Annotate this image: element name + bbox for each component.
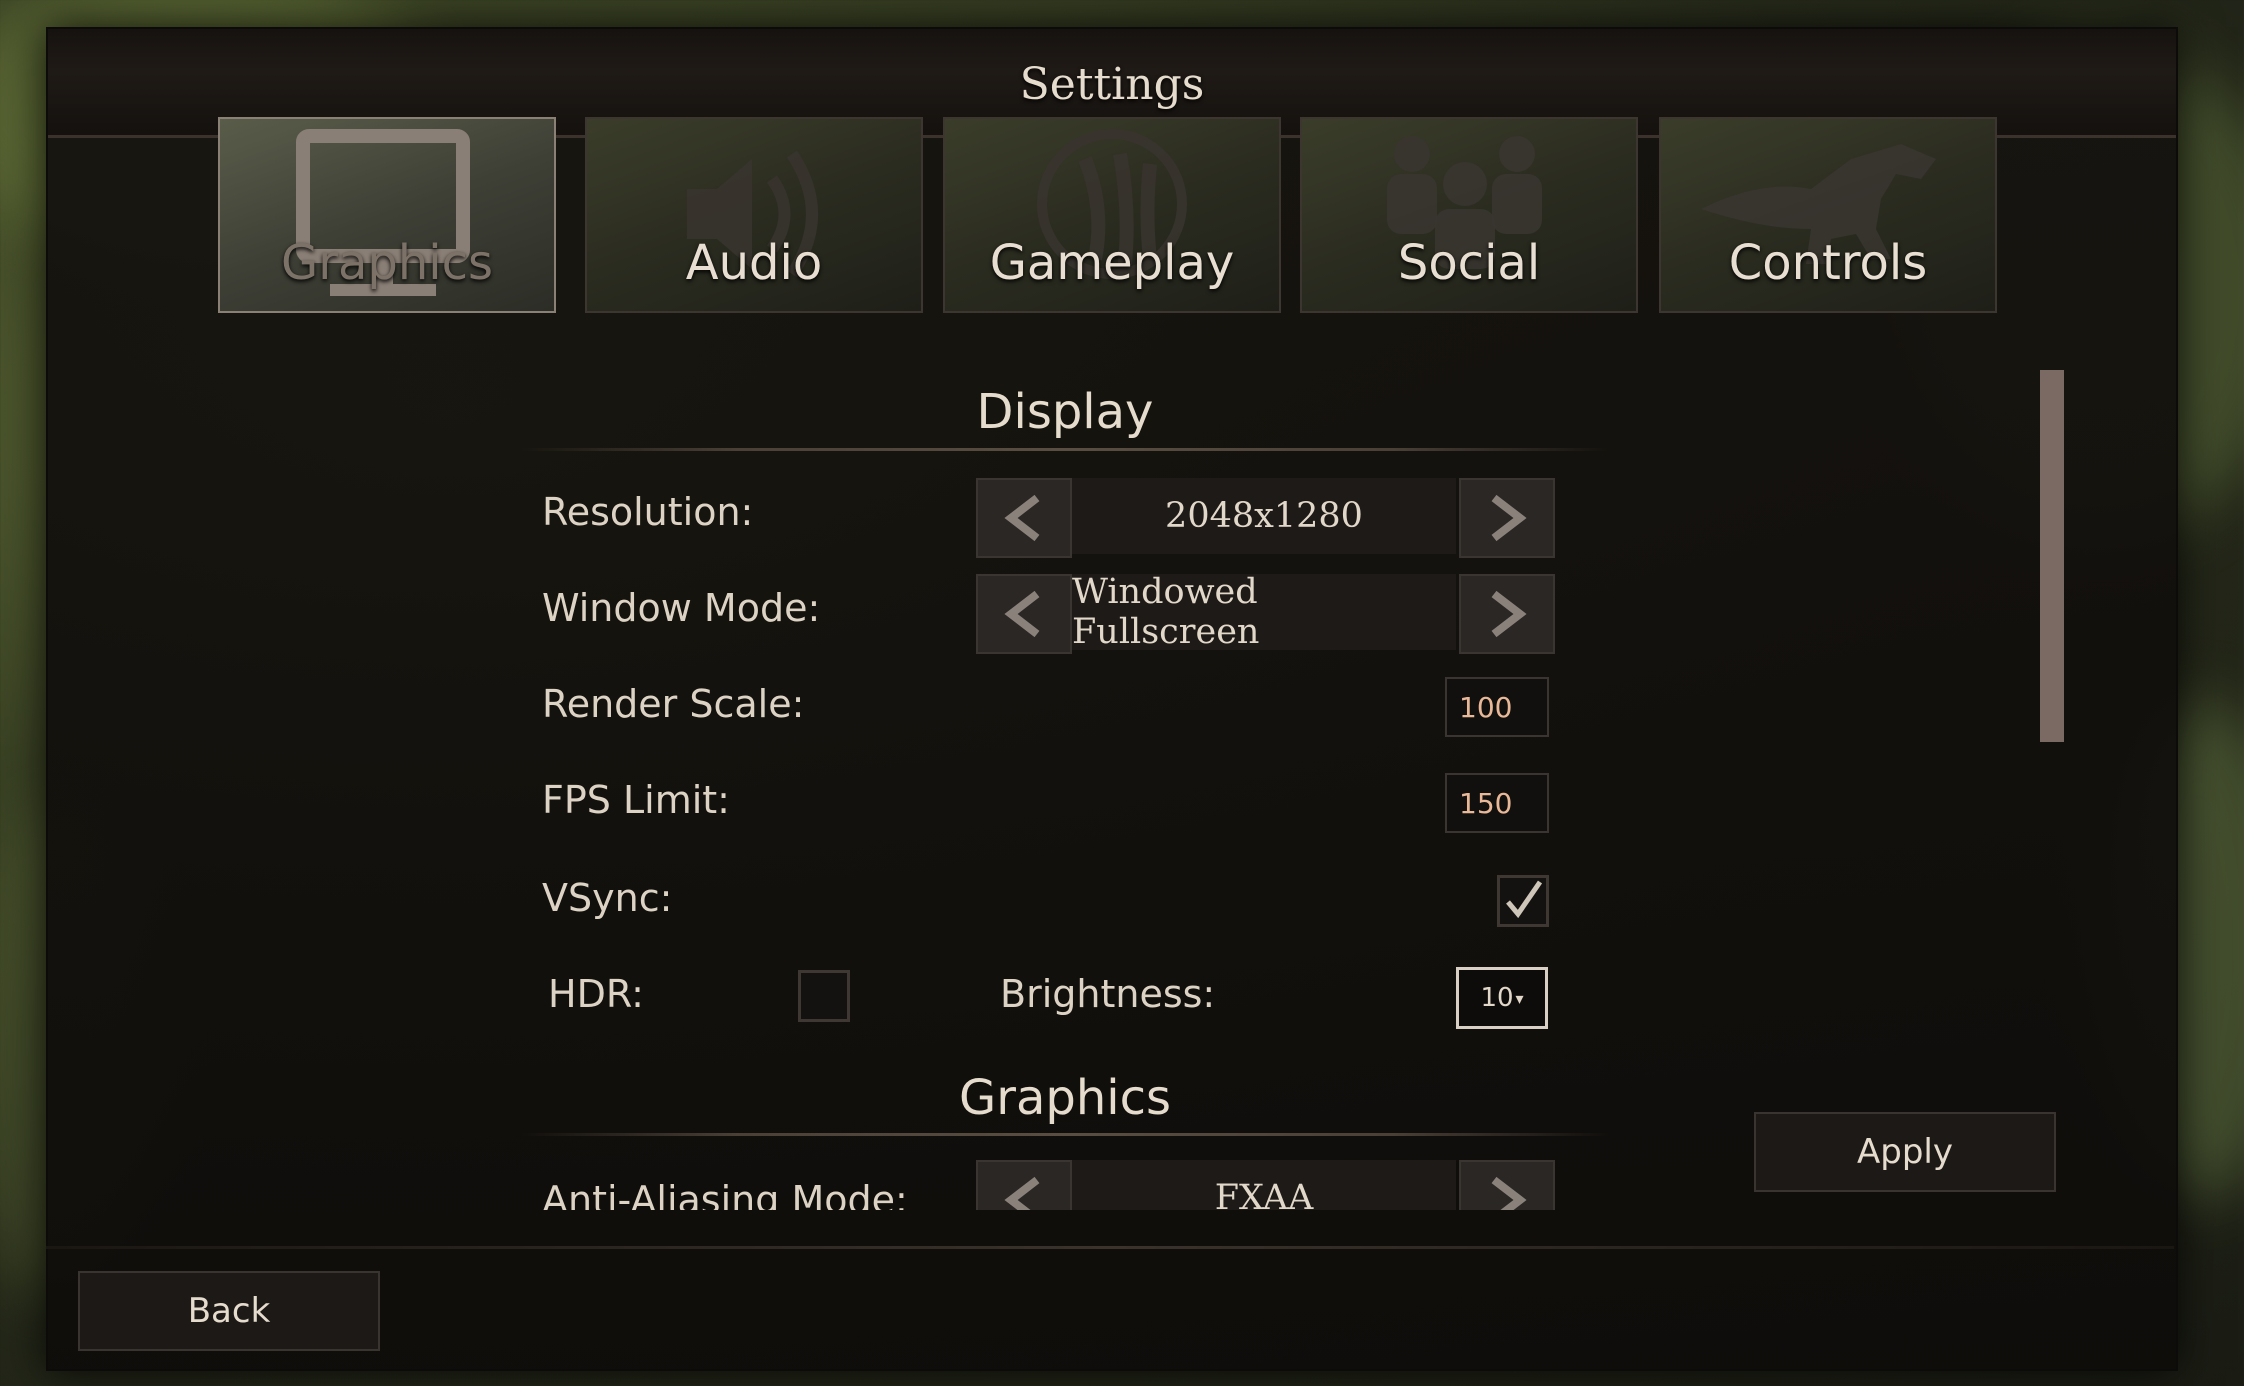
page-title: Settings — [1019, 59, 1205, 110]
tab-audio[interactable]: Audio — [585, 117, 923, 313]
chevron-down-icon: ▾ — [1515, 988, 1524, 1008]
chevron-left-icon — [1004, 1176, 1040, 1210]
resolution-value: 2048x1280 — [1072, 478, 1456, 554]
brightness-value: 10 — [1480, 983, 1514, 1013]
anti-aliasing-label: Anti-Aliasing Mode: — [542, 1178, 908, 1210]
checkmark-icon — [1506, 880, 1543, 919]
resolution-prev-button[interactable] — [976, 478, 1072, 558]
anti-aliasing-prev-button[interactable] — [976, 1160, 1072, 1210]
back-button[interactable]: Back — [78, 1271, 380, 1351]
chevron-right-icon — [1491, 1176, 1527, 1210]
anti-aliasing-next-button[interactable] — [1459, 1160, 1555, 1210]
chevron-left-icon — [1004, 590, 1040, 638]
section-heading-display: Display — [976, 384, 1154, 440]
window-mode-value: Windowed Fullscreen — [1072, 572, 1456, 652]
chevron-left-icon — [1004, 494, 1040, 542]
vsync-label: VSync: — [542, 876, 673, 920]
window-mode-label: Window Mode: — [542, 586, 821, 630]
brightness-dropdown[interactable]: 10 ▾ — [1456, 967, 1548, 1029]
brightness-label: Brightness: — [1000, 972, 1216, 1016]
tab-label: Gameplay — [989, 235, 1235, 291]
section-heading-graphics: Graphics — [959, 1070, 1171, 1126]
tab-social[interactable]: Social — [1300, 117, 1638, 313]
window-mode-next-button[interactable] — [1459, 574, 1555, 654]
section-divider — [520, 1133, 1610, 1136]
tab-gameplay[interactable]: Gameplay — [943, 117, 1281, 313]
scroll-clip-area: Anti-Aliasing Mode: FXAA — [520, 1150, 1630, 1210]
window-mode-prev-button[interactable] — [976, 574, 1072, 654]
render-scale-label: Render Scale: — [542, 682, 805, 726]
resolution-label: Resolution: — [542, 490, 754, 534]
fps-limit-label: FPS Limit: — [542, 778, 730, 822]
apply-button[interactable]: Apply — [1754, 1112, 2056, 1192]
tab-label: Graphics — [281, 235, 493, 291]
chevron-right-icon — [1491, 494, 1527, 542]
tab-controls[interactable]: Controls — [1659, 117, 1997, 313]
tab-label: Audio — [685, 235, 823, 291]
tab-label: Social — [1397, 235, 1541, 291]
chevron-right-icon — [1491, 590, 1527, 638]
hdr-label: HDR: — [548, 972, 644, 1016]
scrollbar-thumb[interactable] — [2040, 370, 2064, 742]
section-divider — [520, 448, 1610, 451]
vsync-checkbox[interactable] — [1497, 875, 1549, 927]
resolution-next-button[interactable] — [1459, 478, 1555, 558]
hdr-checkbox[interactable] — [798, 970, 850, 1022]
footer-divider — [46, 1246, 2174, 1249]
fps-limit-input[interactable]: 150 — [1445, 773, 1549, 833]
tab-label: Controls — [1728, 235, 1928, 291]
anti-aliasing-value: FXAA — [1072, 1160, 1456, 1210]
render-scale-input[interactable]: 100 — [1445, 677, 1549, 737]
tab-graphics[interactable]: Graphics — [218, 117, 556, 313]
